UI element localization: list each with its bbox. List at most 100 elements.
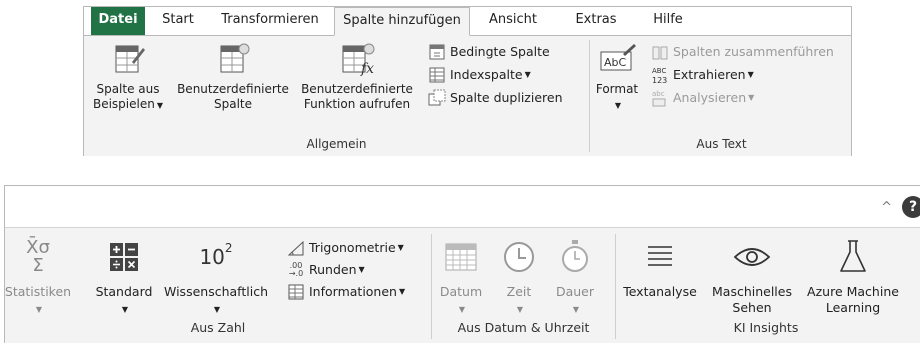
textanalyse-button[interactable]: Textanalyse [617,236,703,300]
spalte-duplizieren-label: Spalte duplizieren [450,90,563,105]
ribbon-top-bar: ^ ? [5,186,920,228]
wissenschaftlich-label: Wissenschaftlich [164,284,268,299]
power-of-ten-icon: 10 2 [158,236,274,278]
azure-ml-line1: Azure Machine [807,284,899,299]
parse-icon: abc [652,90,666,107]
statistiken-button[interactable]: X̄σ Σ Statistiken ▼ [1,236,75,318]
chevron-down-icon: ▼ [358,265,365,274]
top-ribbon: Datei Start Transformieren Spalte hinzuf… [83,6,852,156]
statistiken-label: Statistiken [4,284,72,299]
information-icon [288,284,304,300]
chevron-down-icon: ▼ [397,243,404,252]
chevron-down-icon: ▼ [156,101,163,110]
stopwatch-icon [562,240,588,272]
spalten-zusammenfuehren-label: Spalten zusammenführen [673,44,834,59]
maschinelles-sehen-line2: Sehen [732,300,772,315]
chevron-down-icon: ▼ [398,287,406,296]
extract-abc-123-icon: ABC123 [652,67,667,85]
chevron-down-icon: ▼ [35,305,43,314]
group-label-aus-datum: Aus Datum & Uhrzeit [457,320,590,335]
extrahieren-button[interactable]: ABC 123 Extrahieren ▼ [651,65,754,85]
chevron-down-icon: ▼ [572,305,580,314]
extrahieren-label: Extrahieren [673,67,746,82]
text-analysis-icon [648,246,672,266]
merge-columns-icon [652,46,668,60]
format-button[interactable]: AbC Format ▼ [593,42,641,113]
tab-extras[interactable]: Extras [565,7,627,35]
help-icon[interactable]: ? [902,196,920,218]
chevron-down-icon: ▼ [747,70,754,79]
informationen-label: Informationen [309,284,397,299]
label-line2: Funktion aufrufen [303,97,411,111]
standard-button[interactable]: Standard ▼ [91,236,157,318]
label-line2: Spalte [213,97,252,111]
dauer-button[interactable]: Dauer ▼ [550,236,600,318]
custom-column-icon [220,43,250,73]
analysieren-button[interactable]: abc Analysieren ▼ [651,88,754,108]
runden-label: Runden [309,262,357,277]
eye-icon [733,248,771,266]
benutzerdefinierte-funktion-button[interactable]: fx Benutzerdefinierte Funktion aufrufen [294,42,420,112]
zeit-button[interactable]: Zeit ▼ [497,236,541,318]
label-line1: Benutzerdefinierte [177,82,289,96]
chevron-down-icon: ▼ [458,305,466,314]
svg-text:123: 123 [652,76,667,85]
azure-machine-learning-button[interactable]: Azure Machine Learning [802,236,904,316]
calendar-icon [445,243,477,271]
tab-start[interactable]: Start [150,7,206,35]
label-line1: Benutzerdefinierte [301,82,413,96]
tab-spalte-hinzufuegen[interactable]: Spalte hinzufügen [334,7,470,36]
spalte-duplizieren-button[interactable]: Spalte duplizieren [428,88,563,108]
bedingte-spalte-button[interactable]: Bedingte Spalte [428,42,550,62]
format-abc-icon: AbC [600,44,636,71]
indexspalte-button[interactable]: Indexspalte ▼ [428,65,531,85]
indexspalte-label: Indexspalte [450,67,523,82]
duplicate-column-icon [428,89,446,106]
trigonometry-icon [287,240,304,256]
dauer-label: Dauer [555,284,595,299]
column-from-examples-icon [115,45,145,73]
textanalyse-label: Textanalyse [623,284,697,299]
group-separator [589,40,590,152]
zeit-label: Zeit [506,284,532,299]
flask-icon [840,240,866,272]
runden-button[interactable]: .00 →.0 Runden ▼ [287,260,365,280]
tab-transformieren[interactable]: Transformieren [214,7,326,35]
group-label-aus-text: Aus Text [696,137,747,151]
collapse-ribbon-icon[interactable]: ^ [881,200,892,215]
informationen-button[interactable]: Informationen ▼ [287,282,405,302]
label-line1: Spalte aus [96,82,160,96]
chevron-down-icon: ▼ [614,101,622,110]
svg-text:AbC: AbC [604,56,627,69]
index-column-icon [429,67,445,83]
svg-text:abc: abc [652,90,665,98]
spalte-aus-beispielen-button[interactable]: Spalte aus Beispielen ▼ [86,42,170,113]
label-line2: Beispielen [92,97,155,111]
datum-button[interactable]: Datum ▼ [435,236,487,318]
wissenschaftlich-button[interactable]: 10 2 Wissenschaftlich ▼ [158,236,274,318]
group-label-allgemein: Allgemein [306,137,367,151]
statistics-icon-bottom: Σ [32,255,44,276]
bedingte-spalte-label: Bedingte Spalte [450,44,550,59]
azure-ml-line2: Learning [825,300,881,315]
trigonometrie-label: Trigonometrie [309,240,396,255]
tab-datei[interactable]: Datei [91,7,145,35]
benutzerdefinierte-spalte-button[interactable]: Benutzerdefinierte Spalte [172,42,294,112]
ribbon-panel: X̄σ Σ Statistiken ▼ Standard ▼ 10 2 Wiss… [5,228,920,343]
group-label-ki-insights: KI Insights [733,320,799,335]
chevron-down-icon: ▼ [748,93,755,102]
statistics-icon: X̄σ Σ [1,236,75,278]
custom-function-icon: fx [342,43,375,76]
spalten-zusammenfuehren-button[interactable]: Spalten zusammenführen [651,42,834,62]
trigonometrie-button[interactable]: Trigonometrie ▼ [287,238,404,258]
maschinelles-sehen-line1: Maschinelles [712,284,792,299]
ribbon-panel: Spalte aus Beispielen ▼ Benutzerdefiniert… [84,35,851,156]
conditional-column-icon [429,44,445,60]
datum-label: Datum [439,284,483,299]
chevron-down-icon: ▼ [121,305,129,314]
chevron-down-icon: ▼ [524,70,531,79]
maschinelles-sehen-button[interactable]: Maschinelles Sehen [704,236,800,316]
analysieren-label: Analysieren [673,90,747,105]
tab-ansicht[interactable]: Ansicht [478,7,548,35]
tab-hilfe[interactable]: Hilfe [641,7,695,35]
